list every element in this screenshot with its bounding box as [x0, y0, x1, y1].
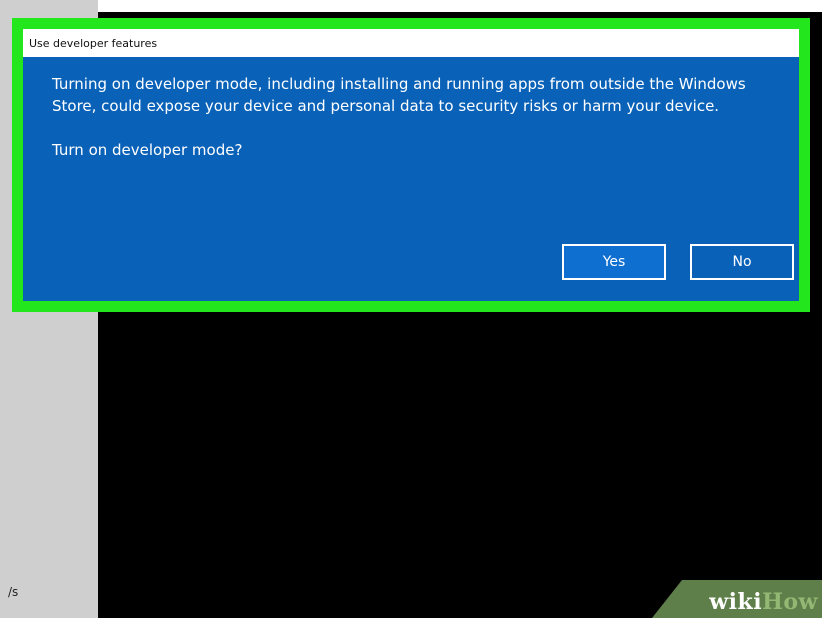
top-strip [0, 0, 822, 12]
yes-button[interactable]: Yes [562, 244, 666, 280]
dialog-message: Turning on developer mode, including ins… [52, 75, 746, 115]
dialog-title: Use developer features [29, 36, 158, 50]
dialog-body: Turning on developer mode, including ins… [52, 73, 772, 161]
sidebar-partial-text: /s [8, 585, 19, 599]
developer-mode-dialog: Use developer features Turning on develo… [12, 18, 810, 312]
dialog-question: Turn on developer mode? [52, 141, 243, 159]
dialog-title-bar: Use developer features [23, 29, 799, 57]
screenshot: /s Use developer features Turning on dev… [0, 0, 822, 618]
watermark-how: How [762, 589, 818, 615]
watermark-wiki: wiki [709, 589, 763, 615]
wikihow-watermark: wikiHow [652, 580, 822, 618]
watermark-text: wikiHow [709, 589, 818, 615]
no-button[interactable]: No [690, 244, 794, 280]
